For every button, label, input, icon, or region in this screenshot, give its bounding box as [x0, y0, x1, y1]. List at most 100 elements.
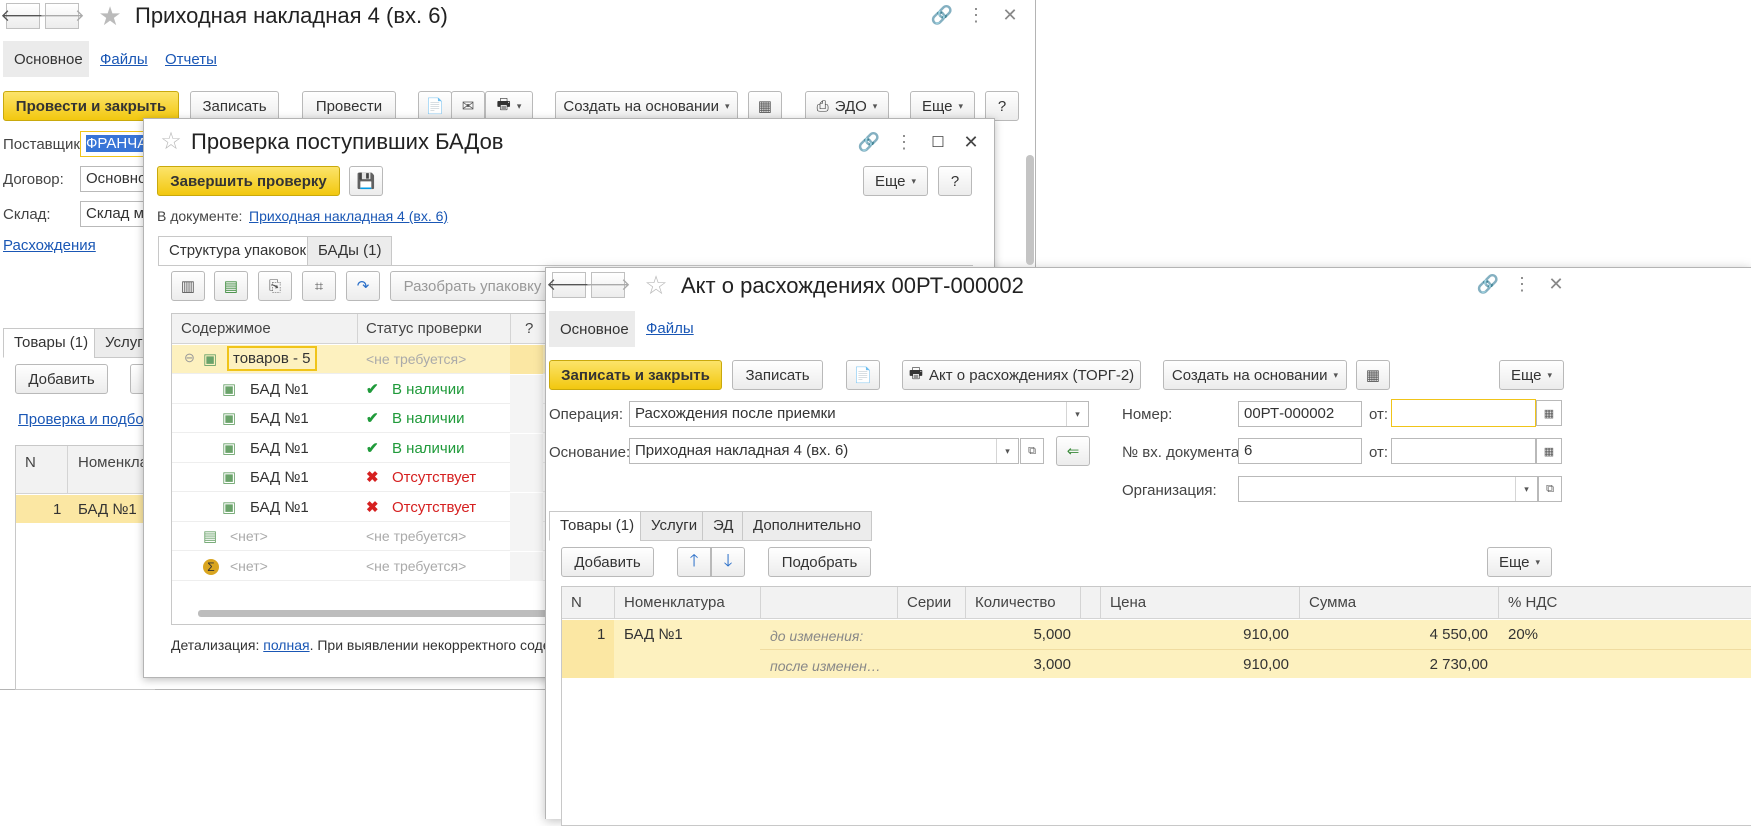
help-button[interactable]: ?: [938, 166, 972, 196]
tab-main[interactable]: Основное: [3, 41, 89, 77]
save-icon[interactable]: 💾: [349, 166, 383, 196]
close-icon[interactable]: ✕: [1000, 4, 1020, 26]
date-field[interactable]: [1391, 399, 1536, 427]
tree-row[interactable]: ▣ БАД №1 ✔ В наличии: [172, 433, 551, 463]
arrow-icon[interactable]: ↷: [346, 271, 380, 301]
tree-row[interactable]: Σ <нет> <не требуется>: [172, 551, 551, 581]
chevron-down-icon[interactable]: ▾: [1515, 477, 1537, 501]
post-button[interactable]: Провести: [302, 91, 396, 121]
more-button[interactable]: Еще ▾: [910, 91, 975, 121]
help-button[interactable]: ?: [985, 91, 1019, 121]
tab-goods[interactable]: Товары (1): [3, 328, 100, 358]
chevron-down-icon[interactable]: ▾: [996, 439, 1018, 463]
vat-value: 20%: [1508, 626, 1539, 643]
scanner-icon[interactable]: ⎘: [258, 271, 292, 301]
document-icon[interactable]: 📄: [846, 360, 880, 390]
back-button[interactable]: 🡐: [0, 3, 46, 29]
print-button[interactable]: 🖶 ▾: [485, 91, 533, 121]
favorite-star-icon[interactable]: ☆: [642, 270, 670, 300]
table-row[interactable]: 1 БАД №1: [16, 495, 155, 523]
row-status: В наличии: [392, 410, 465, 427]
save-button[interactable]: Записать: [190, 91, 279, 121]
table-icon[interactable]: ▤: [214, 271, 248, 301]
tree-row[interactable]: ⊖ ▣ товаров - 5 <не требуется>: [172, 345, 551, 374]
maximize-icon[interactable]: ☐: [928, 131, 948, 153]
tab-files[interactable]: Файлы: [100, 51, 148, 68]
operation-select[interactable]: Расхождения после приемки ▾: [629, 401, 1089, 427]
tree-row[interactable]: ▤ <нет> <не требуется>: [172, 522, 551, 551]
tab-package-structure[interactable]: Структура упаковок: [158, 236, 318, 266]
table-row[interactable]: 1 БАД №1 до изменения: после изменен… 5,…: [562, 620, 1751, 678]
doc-link[interactable]: Приходная накладная 4 (вх. 6): [249, 208, 448, 224]
horizontal-scrollbar[interactable]: [198, 610, 551, 617]
open-icon[interactable]: ⧉: [1020, 438, 1044, 464]
more-button[interactable]: Еще ▾: [863, 166, 928, 196]
check-and-pick-link[interactable]: Проверка и подбор: [18, 411, 152, 428]
finish-check-button[interactable]: Завершить проверку: [157, 166, 340, 196]
incoming-date-field[interactable]: [1391, 438, 1536, 464]
fill-from-base-icon[interactable]: ⇐: [1056, 436, 1090, 466]
mail-icon[interactable]: ✉: [451, 91, 485, 121]
save-button[interactable]: Записать: [732, 360, 823, 390]
collapse-icon[interactable]: ⊖: [184, 350, 195, 366]
save-and-close-button[interactable]: Записать и закрыть: [549, 360, 722, 390]
tab-additional[interactable]: Дополнительно: [742, 511, 872, 541]
tree-row[interactable]: ▣ БАД №1 ✔ В наличии: [172, 374, 551, 404]
add-button[interactable]: Добавить: [561, 547, 654, 577]
structure-icon[interactable]: ▦: [1356, 360, 1390, 390]
discrepancy-link[interactable]: Расхождения: [3, 237, 96, 254]
move-up-button[interactable]: 🡑: [677, 547, 711, 577]
pick-button[interactable]: Подобрать: [768, 547, 871, 577]
tab-main[interactable]: Основное: [549, 311, 635, 347]
calendar-icon[interactable]: ▦: [1536, 400, 1562, 426]
forward-button[interactable]: 🡒: [585, 272, 631, 298]
more-icon[interactable]: ⋮: [1512, 273, 1532, 295]
post-and-close-button[interactable]: Провести и закрыть: [3, 91, 179, 121]
scanner2-icon[interactable]: ⌗: [302, 271, 336, 301]
back-button[interactable]: 🡐: [546, 272, 592, 298]
tab-goods[interactable]: Товары (1): [549, 511, 646, 541]
tree-row[interactable]: ▣ БАД №1 ✔ В наличии: [172, 404, 551, 433]
close-icon[interactable]: ✕: [1546, 273, 1566, 295]
tab-services[interactable]: Услуги: [640, 511, 709, 541]
add-button[interactable]: Добавить: [15, 364, 108, 394]
tab-reports[interactable]: Отчеты: [165, 51, 217, 68]
unpack-button[interactable]: Разобрать упаковку: [390, 271, 555, 301]
vertical-scrollbar[interactable]: [1026, 155, 1034, 265]
qty-before: 5,000: [1033, 626, 1071, 643]
barcode-icon[interactable]: ▥: [171, 271, 205, 301]
tab-files[interactable]: Файлы: [646, 320, 694, 337]
create-based-on-button[interactable]: Создать на основании ▾: [1163, 360, 1347, 390]
more-table-button[interactable]: Еще ▾: [1487, 547, 1552, 577]
incoming-doc-field[interactable]: 6: [1238, 438, 1362, 464]
tree-row[interactable]: ▣ БАД №1 ✖ Отсутствует: [172, 492, 551, 522]
row-status: В наличии: [392, 439, 465, 457]
tab-ed[interactable]: ЭД: [702, 511, 745, 541]
favorite-star-icon[interactable]: ★: [96, 1, 124, 31]
organization-select[interactable]: ▾: [1238, 476, 1538, 502]
organization-label: Организация:: [1122, 482, 1217, 499]
number-field[interactable]: 00РТ-000002: [1238, 401, 1362, 427]
create-based-on-button[interactable]: Создать на основании ▾: [555, 91, 738, 121]
link-icon[interactable]: 🔗: [1476, 273, 1500, 295]
detail-full-link[interactable]: полная: [263, 637, 309, 653]
move-down-button[interactable]: 🡓: [711, 547, 745, 577]
close-icon[interactable]: ✕: [961, 131, 981, 153]
more-icon[interactable]: ⋮: [966, 4, 986, 26]
link-icon[interactable]: 🔗: [930, 4, 954, 26]
document-icon[interactable]: 📄: [418, 91, 452, 121]
more-icon[interactable]: ⋮: [894, 131, 914, 153]
link-icon[interactable]: 🔗: [857, 131, 881, 153]
structure-icon[interactable]: ▦: [748, 91, 782, 121]
more-button[interactable]: Еще ▾: [1499, 360, 1564, 390]
open-icon[interactable]: ⧉: [1538, 476, 1562, 502]
calendar-icon[interactable]: ▦: [1536, 438, 1562, 464]
base-select[interactable]: Приходная накладная 4 (вх. 6) ▾: [629, 438, 1019, 464]
print-torg2-button[interactable]: 🖶 Акт о расхождениях (ТОРГ-2): [902, 360, 1141, 390]
tree-row[interactable]: ▣ БАД №1 ✖ Отсутствует: [172, 463, 551, 492]
edo-button[interactable]: ⎙ ЭДО ▾: [805, 91, 889, 121]
forward-button[interactable]: 🡒: [39, 3, 85, 29]
chevron-down-icon[interactable]: ▾: [1066, 402, 1088, 426]
favorite-star-icon[interactable]: ☆: [158, 128, 184, 155]
tab-bads[interactable]: БАДы (1): [307, 236, 393, 266]
